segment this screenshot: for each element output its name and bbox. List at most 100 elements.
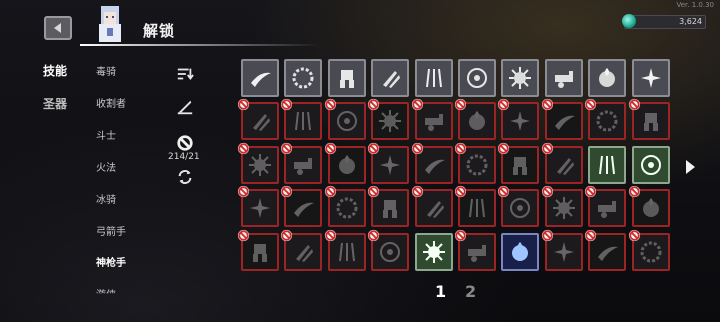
- skill-slot-thorn-ring[interactable]: [545, 59, 583, 97]
- skill-slot-spiral[interactable]: [324, 142, 366, 184]
- skill-slot-dash-lines[interactable]: [541, 98, 583, 140]
- subcategory-item[interactable]: 收割者: [96, 95, 126, 110]
- skill-slot-feather[interactable]: [280, 142, 322, 184]
- feather-icon: [294, 158, 312, 175]
- flare-icon: [294, 202, 314, 217]
- skill-slot-dust[interactable]: [237, 229, 279, 271]
- skill-slot-wedge[interactable]: [541, 142, 583, 184]
- storm-slash-icon: [641, 155, 661, 175]
- twin-blade-icon: [292, 67, 314, 89]
- skill-slot-rod[interactable]: [411, 185, 453, 227]
- skill-slot-pulse-wave[interactable]: [497, 142, 539, 184]
- subcategory-item[interactable]: 神枪手: [96, 254, 126, 269]
- category-relics[interactable]: 圣器: [43, 95, 67, 112]
- skill-slot-boots[interactable]: [237, 185, 279, 227]
- skill-slot-flame-orb[interactable]: [501, 59, 539, 97]
- category-skills[interactable]: 技能: [43, 62, 67, 79]
- dust-icon: [253, 244, 267, 262]
- skill-slot-burst[interactable]: [328, 59, 366, 97]
- sort-button[interactable]: [174, 63, 196, 85]
- skill-slot-slash-arc[interactable]: [241, 59, 279, 97]
- ban-icon: [454, 142, 467, 155]
- next-page-icon[interactable]: [684, 159, 696, 175]
- hand-icon: [466, 154, 488, 176]
- ban-icon: [584, 98, 597, 111]
- skill-slot-cross-star[interactable]: [367, 98, 409, 140]
- spiral-icon: [339, 155, 355, 174]
- character-avatar: [99, 6, 121, 42]
- subcategory-item[interactable]: 弓箭手: [96, 223, 126, 238]
- skill-slot-cannon-rise[interactable]: [628, 229, 670, 271]
- cluster-icon: [336, 197, 358, 219]
- ban-icon: [584, 229, 597, 242]
- page-number-1[interactable]: 1: [435, 282, 446, 301]
- ban-icon: [280, 142, 293, 155]
- spark-star-icon: [383, 71, 400, 88]
- skill-slot-spike-field[interactable]: [280, 98, 322, 140]
- skill-slot-flare[interactable]: [280, 185, 322, 227]
- skill-slot-cluster[interactable]: [324, 185, 366, 227]
- skill-slot-scroll[interactable]: [628, 98, 670, 140]
- skill-slot-twin-blade[interactable]: [284, 59, 322, 97]
- skill-slot-tome[interactable]: [541, 229, 583, 271]
- boots-icon: [250, 198, 270, 218]
- subcategory-item[interactable]: 冰骑: [96, 191, 116, 206]
- sort-icon: [177, 68, 194, 80]
- ban-toggle-button[interactable]: [174, 132, 196, 154]
- skill-slot-golem[interactable]: [415, 59, 453, 97]
- ban-icon: [584, 185, 597, 198]
- skill-slot-claw[interactable]: [324, 98, 366, 140]
- biohazard-icon: [383, 200, 397, 218]
- skill-slot-dragon[interactable]: [497, 185, 539, 227]
- skill-slot-triskel[interactable]: [324, 229, 366, 271]
- skill-slot-spirit-flame[interactable]: [501, 233, 539, 271]
- skill-slot-flower-seal[interactable]: [458, 59, 496, 97]
- skill-slot-comet[interactable]: [367, 142, 409, 184]
- skill-slot-bat-wings[interactable]: [584, 185, 626, 227]
- claw-icon: [337, 111, 357, 131]
- skill-slot-scatter-blades[interactable]: [411, 98, 453, 140]
- skill-slot-flask[interactable]: [454, 185, 496, 227]
- ban-icon: [454, 229, 467, 242]
- skill-slot-shards[interactable]: [584, 98, 626, 140]
- back-button[interactable]: [44, 16, 72, 40]
- skill-slot-gauntlet[interactable]: [584, 229, 626, 271]
- brush-icon: [177, 100, 193, 115]
- skill-slot-lance[interactable]: [411, 142, 453, 184]
- skill-slot-spin[interactable]: [367, 229, 409, 271]
- skill-slot-vortex[interactable]: [454, 98, 496, 140]
- scatter-blades-icon: [425, 114, 443, 131]
- ban-icon: [628, 229, 641, 242]
- skill-slot-crack[interactable]: [628, 185, 670, 227]
- subcategory-item[interactable]: 火法: [96, 159, 116, 174]
- golem-icon: [426, 68, 442, 88]
- skill-slot-ring-dash[interactable]: [237, 142, 279, 184]
- skill-slot-lightning[interactable]: [415, 233, 453, 271]
- subcategory-item[interactable]: 毒骑: [96, 63, 116, 78]
- refresh-button[interactable]: [174, 166, 196, 188]
- skill-slot-hand[interactable]: [454, 142, 496, 184]
- subcategory-item[interactable]: 斗士: [96, 127, 116, 142]
- skill-slot-biohazard[interactable]: [367, 185, 409, 227]
- ban-icon: [497, 98, 510, 111]
- slash-arc-icon: [251, 72, 271, 87]
- skill-slot-spark-star[interactable]: [371, 59, 409, 97]
- twin-orb-icon: [468, 245, 486, 262]
- skill-slot-crescent[interactable]: [237, 98, 279, 140]
- crack-icon: [643, 198, 659, 217]
- skill-slot-hooks[interactable]: [541, 185, 583, 227]
- ban-icon: [411, 142, 424, 155]
- skill-slot-thorn-burst[interactable]: [588, 146, 626, 184]
- skill-slot-cannon[interactable]: [632, 59, 670, 97]
- skill-slot-storm-slash[interactable]: [632, 146, 670, 184]
- gauntlet-icon: [598, 246, 618, 261]
- skill-slot-twin-orb[interactable]: [454, 229, 496, 271]
- ban-icon: [541, 185, 554, 198]
- brush-button[interactable]: [174, 96, 196, 118]
- skill-slot-core-orb[interactable]: [497, 98, 539, 140]
- crescent-icon: [253, 114, 270, 131]
- page-number-2[interactable]: 2: [465, 282, 476, 301]
- ban-icon: [237, 185, 250, 198]
- skill-slot-leaf[interactable]: [280, 229, 322, 271]
- skill-slot-arrow-volley[interactable]: [588, 59, 626, 97]
